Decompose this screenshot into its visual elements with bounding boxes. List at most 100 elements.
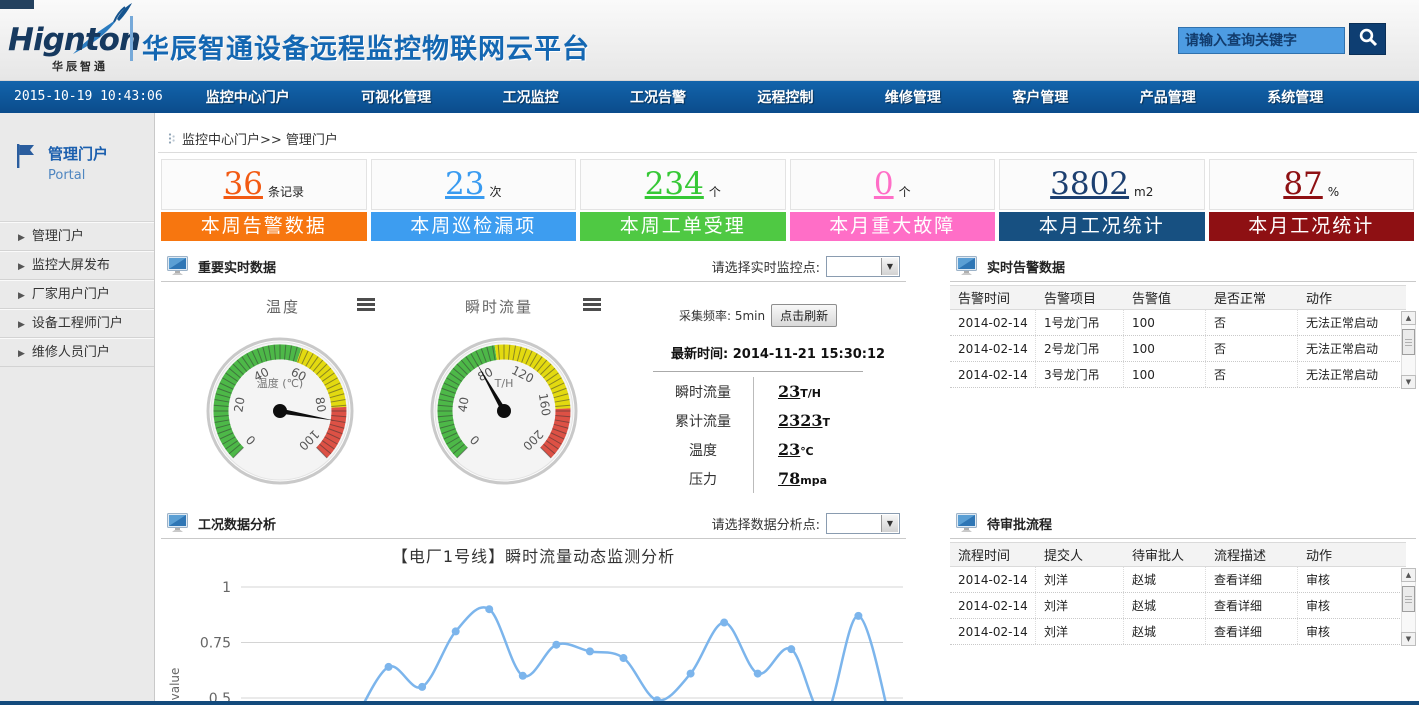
realtime-readouts: 采集频率: 5min 点击刷新 最新时间: 2014-11-21 15:30:1… <box>653 304 888 493</box>
nav-item[interactable]: 远程控制 <box>757 87 813 107</box>
stat-unit: m2 <box>1134 185 1153 199</box>
readout-value-link[interactable]: 23 <box>778 382 800 401</box>
nav-item[interactable]: 监控中心门户 <box>206 87 290 107</box>
nav-item[interactable]: 系统管理 <box>1267 87 1323 107</box>
stat-value-link[interactable]: 0 <box>874 169 894 200</box>
scrollbar-thumb[interactable] <box>1402 329 1415 355</box>
nav-item[interactable]: 可视化管理 <box>361 87 431 107</box>
breadcrumb-icon <box>168 132 176 145</box>
readout-unit: ℃ <box>800 445 813 458</box>
select-label: 请选择实时监控点: <box>712 257 820 276</box>
section-title: 待审批流程 <box>987 514 1052 533</box>
column-header: 动作 <box>1298 545 1390 564</box>
stat-unit: 个 <box>899 183 911 200</box>
portal-title: 管理门户 <box>48 143 108 164</box>
stat-card: 3802 m2 本月工况统计 <box>999 159 1205 241</box>
table-header-row: 告警时间告警项目告警值是否正常动作 <box>950 285 1406 310</box>
stat-card: 87% 本月工况统计 <box>1209 159 1415 241</box>
scrollbar: ▲ ▼ <box>1401 568 1416 646</box>
nav-item[interactable]: 工况告警 <box>630 87 686 107</box>
portal-subtitle: Portal <box>48 168 108 183</box>
column-header: 是否正常 <box>1206 288 1298 307</box>
logo-divider <box>130 16 133 61</box>
sidebar-item[interactable]: ▶设备工程师门户 <box>0 309 154 338</box>
readout-unit: mpa <box>800 474 827 487</box>
search-button[interactable] <box>1349 23 1386 55</box>
flag-icon <box>14 143 38 183</box>
stat-value-link[interactable]: 87 <box>1283 169 1322 200</box>
sidebar-item[interactable]: ▶厂家用户门户 <box>0 280 154 309</box>
table-cell: 2号龙门吊 <box>1036 336 1124 361</box>
chart-menu-icon[interactable] <box>357 298 375 311</box>
arrow-right-icon: ▶ <box>18 320 25 330</box>
readout-label: 瞬时流量 <box>653 382 753 402</box>
nav-item[interactable]: 工况监控 <box>503 87 559 107</box>
table-cell[interactable]: 审核 <box>1298 619 1390 644</box>
readout-value-link[interactable]: 2323 <box>778 411 823 430</box>
breadcrumb: 监控中心门户>> 管理门户 <box>168 129 338 148</box>
realtime-panel: 重要实时数据 请选择实时监控点: ▼ 温度 瞬时流量 020406080100温… <box>161 252 906 705</box>
stat-value-link[interactable]: 234 <box>645 169 704 200</box>
stat-value-link[interactable]: 23 <box>445 169 484 200</box>
svg-text:80: 80 <box>312 396 328 413</box>
table-cell[interactable]: 查看详细 <box>1206 593 1298 618</box>
scrollbar-track[interactable] <box>1401 582 1416 632</box>
latest-time-value: 2014-11-21 15:30:12 <box>733 347 885 362</box>
search-input[interactable] <box>1178 27 1345 54</box>
table-cell: 赵城 <box>1124 567 1206 592</box>
scroll-up-icon[interactable]: ▲ <box>1401 311 1416 325</box>
stat-value-link[interactable]: 36 <box>224 169 263 200</box>
table-cell: 2014-02-14 <box>950 619 1036 644</box>
table-cell: 刘洋 <box>1036 567 1124 592</box>
nav-item[interactable]: 维修管理 <box>885 87 941 107</box>
column-header: 告警时间 <box>950 288 1036 307</box>
readout-row: 瞬时流量 23T/H <box>653 377 888 406</box>
sidebar-item[interactable]: ▶管理门户 <box>0 222 154 251</box>
breadcrumb-divider <box>158 152 1417 153</box>
table-cell: 3号龙门吊 <box>1036 362 1124 387</box>
stat-value-link[interactable]: 3802 <box>1050 169 1129 200</box>
table-cell: 否 <box>1206 310 1298 335</box>
scrollbar-track[interactable] <box>1401 325 1416 375</box>
table-cell: 100 <box>1124 310 1206 335</box>
sidebar-item[interactable]: ▶维修人员门户 <box>0 338 154 367</box>
scroll-up-icon[interactable]: ▲ <box>1401 568 1416 582</box>
search-icon <box>1358 27 1378 51</box>
readout-label: 累计流量 <box>653 411 753 431</box>
alarm-table: 告警时间告警项目告警值是否正常动作2014-02-141号龙门吊100否无法正常… <box>950 285 1406 388</box>
readout-unit: T/H <box>800 387 821 400</box>
table-cell[interactable]: 审核 <box>1298 593 1390 618</box>
clock: 2015-10-19 10:43:06 <box>14 81 163 113</box>
stat-label: 本周工单受理 <box>580 212 786 241</box>
table-cell: 2014-02-14 <box>950 336 1036 361</box>
refresh-button[interactable]: 点击刷新 <box>771 304 837 327</box>
stat-unit: 条记录 <box>268 183 304 200</box>
table-row: 2014-02-14刘洋赵城查看详细审核 <box>950 619 1406 645</box>
chart-menu-icon[interactable] <box>583 298 601 311</box>
table-row: 2014-02-142号龙门吊100否无法正常启动 <box>950 336 1406 362</box>
table-cell: 否 <box>1206 336 1298 361</box>
monitor-point-select[interactable]: ▼ <box>826 256 900 277</box>
table-cell[interactable]: 审核 <box>1298 567 1390 592</box>
table-cell[interactable]: 查看详细 <box>1206 619 1298 644</box>
approval-table: 流程时间提交人待审批人流程描述动作2014-02-14刘洋赵城查看详细审核201… <box>950 542 1406 645</box>
monitor-icon <box>950 513 979 534</box>
nav-item[interactable]: 产品管理 <box>1140 87 1196 107</box>
sidebar-item[interactable]: ▶监控大屏发布 <box>0 251 154 280</box>
scroll-down-icon[interactable]: ▼ <box>1401 375 1416 389</box>
monitor-icon <box>950 256 979 277</box>
nav-item[interactable]: 客户管理 <box>1012 87 1068 107</box>
scroll-down-icon[interactable]: ▼ <box>1401 632 1416 646</box>
readout-value-link[interactable]: 78 <box>778 469 800 488</box>
window-corner <box>0 0 34 9</box>
table-cell: 无法正常启动 <box>1298 336 1390 361</box>
stat-label: 本月工况统计 <box>999 212 1205 241</box>
table-cell[interactable]: 查看详细 <box>1206 567 1298 592</box>
readout-row: 累计流量 2323T <box>653 406 888 435</box>
flow-gauge: 04080120160200T/H <box>429 336 579 486</box>
scrollbar-thumb[interactable] <box>1402 586 1415 612</box>
table-row: 2014-02-14刘洋赵城查看详细审核 <box>950 567 1406 593</box>
analysis-point-select[interactable]: ▼ <box>826 513 900 534</box>
stat-label: 本周告警数据 <box>161 212 367 241</box>
readout-value-link[interactable]: 23 <box>778 440 800 459</box>
